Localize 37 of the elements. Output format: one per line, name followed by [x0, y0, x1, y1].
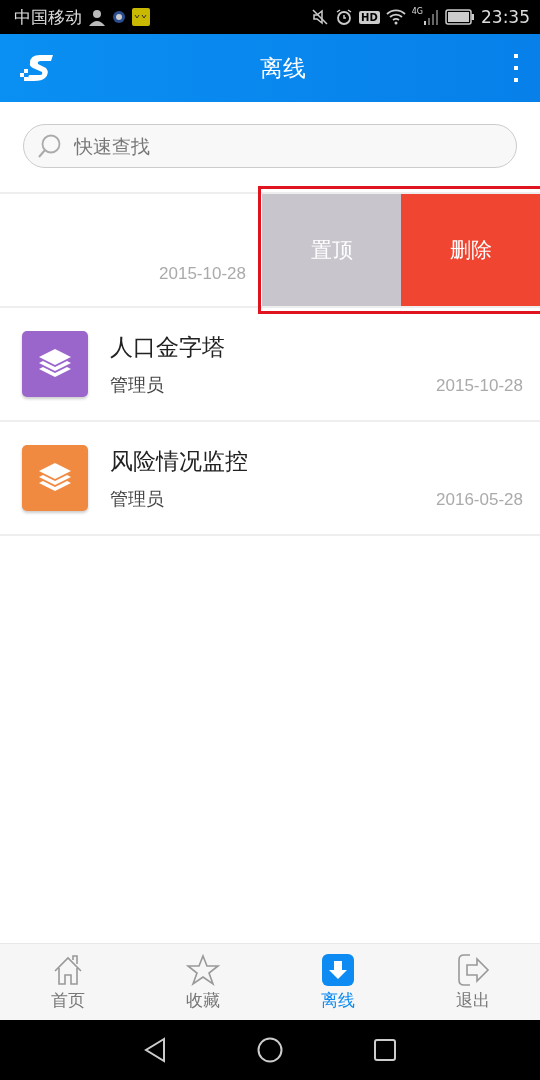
star-icon [185, 952, 220, 987]
item-date: 2015-10-28 [436, 375, 523, 396]
app-icon [132, 8, 150, 26]
home-circle-icon[interactable] [257, 1037, 283, 1063]
battery-icon [445, 9, 475, 25]
person-icon [88, 8, 106, 26]
mute-icon [311, 8, 330, 26]
layers-icon [37, 348, 73, 380]
more-menu-icon[interactable] [512, 53, 520, 83]
alarm-icon [335, 8, 354, 26]
item-owner: 管理员 [110, 372, 164, 397]
item-owner: 管理员 [110, 486, 164, 511]
item-title[interactable]: 人口金字塔 [110, 331, 523, 363]
logo-icon [20, 53, 54, 83]
page-title: 离线 [259, 53, 307, 83]
recents-icon[interactable] [373, 1038, 397, 1062]
tab[interactable]: 首页 [0, 944, 135, 1020]
item-date: 2016-05-28 [436, 489, 523, 510]
tab[interactable]: 收藏 [135, 944, 270, 1020]
clock-time: 23:35 [481, 7, 530, 27]
carrier-name: 中国移动 [14, 5, 82, 29]
delete-button[interactable]: 删除 [401, 194, 540, 306]
layers-icon [37, 462, 73, 494]
network-type: 4G [411, 7, 423, 16]
item-date: 2015-10-28 [158, 264, 246, 284]
hd-badge: HD [359, 10, 380, 24]
back-icon[interactable] [143, 1037, 167, 1063]
download-icon [320, 952, 355, 987]
search-field[interactable]: 快速查找 [23, 124, 517, 168]
tab[interactable]: 离线 [270, 944, 405, 1020]
item-title[interactable]: 风险情况监控 [110, 445, 523, 477]
search-icon [37, 133, 63, 159]
exit-icon [455, 952, 490, 987]
wifi-icon [385, 9, 406, 25]
app-icon [112, 10, 126, 24]
tab[interactable]: 退出 [405, 944, 540, 1020]
signal-icon [423, 9, 439, 25]
